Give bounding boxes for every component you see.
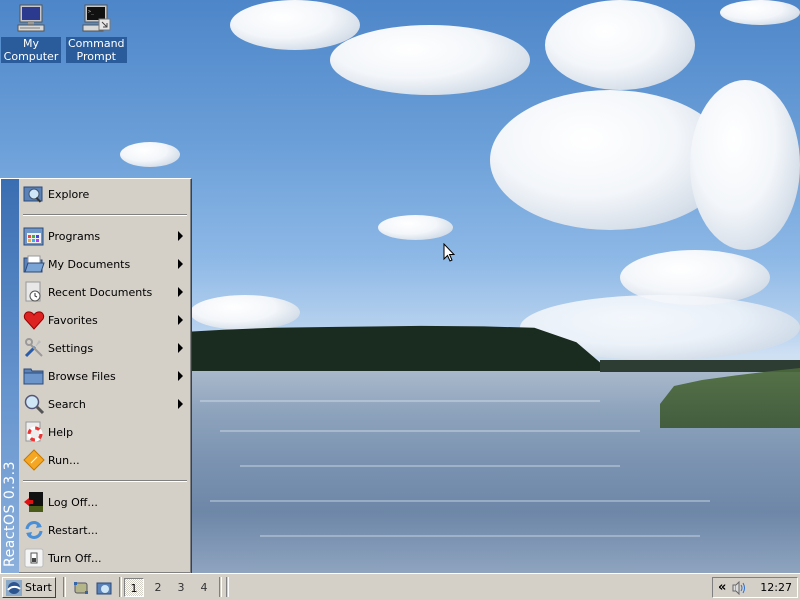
submenu-arrow-icon (178, 371, 183, 381)
wallpaper-cloud (690, 80, 800, 250)
svg-text:>_: >_ (88, 9, 95, 15)
computer-icon (15, 3, 47, 35)
menu-item-label: Recent Documents (48, 285, 153, 299)
desktop-icon-label: My Computer (1, 37, 61, 63)
menu-item-label: My Documents (48, 257, 131, 271)
mouse-cursor-icon (443, 243, 455, 262)
start-menu-banner: ReactOS 0.3.3 (1, 179, 19, 573)
menu-item-label: Explore (48, 187, 90, 201)
tray-expand-button[interactable]: « (718, 580, 726, 595)
menu-item-browse-files[interactable]: Browse Files (21, 363, 189, 389)
wallpaper-cloud (720, 0, 800, 25)
submenu-arrow-icon (178, 343, 183, 353)
workspace-1-button[interactable]: 1 (124, 578, 144, 597)
menu-item-label: Settings (48, 341, 94, 355)
clock[interactable]: 12:27 (760, 581, 792, 594)
menu-item-turn-off[interactable]: Turn Off... (21, 545, 189, 571)
restart-icon (23, 519, 45, 541)
menu-separator (23, 480, 187, 482)
menu-item-label: Run... (48, 453, 80, 467)
menu-item-settings[interactable]: Settings (21, 335, 189, 361)
favorites-icon (23, 309, 45, 331)
workspace-4-button[interactable]: 4 (194, 578, 214, 597)
menu-item-run[interactable]: Run... (21, 447, 189, 473)
menu-item-label: Programs (48, 229, 101, 243)
menu-item-label: Help (48, 425, 74, 439)
wallpaper-cloud (120, 142, 180, 167)
menu-item-label: Search (48, 397, 86, 411)
menu-item-label: Browse Files (48, 369, 116, 383)
menu-item-log-off[interactable]: Log Off... (21, 489, 189, 515)
submenu-arrow-icon (178, 287, 183, 297)
programs-icon (23, 225, 45, 247)
system-tray: « 12:27 (712, 577, 798, 598)
menu-item-recent-documents[interactable]: Recent Documents (21, 279, 189, 305)
my-documents-icon (23, 253, 45, 275)
wallpaper-cloud (330, 25, 530, 95)
search-icon (23, 393, 45, 415)
browse-files-icon (23, 365, 45, 387)
submenu-arrow-icon (178, 259, 183, 269)
submenu-arrow-icon (178, 315, 183, 325)
wallpaper-cloud (230, 0, 360, 50)
taskbar-separator (119, 577, 122, 597)
start-label: Start (25, 581, 52, 594)
workspace-3-button[interactable]: 3 (171, 578, 191, 597)
desktop-icon-label: Command Prompt (66, 37, 127, 63)
taskbar: Start 1 2 3 4 « 12:27 (0, 573, 800, 600)
menu-item-label: Log Off... (48, 495, 98, 509)
turn-off-icon (23, 547, 45, 569)
submenu-arrow-icon (178, 399, 183, 409)
taskbar-separator (63, 577, 66, 597)
show-desktop-icon[interactable] (73, 580, 89, 596)
log-off-icon (23, 491, 45, 513)
wallpaper-cloud (545, 0, 695, 90)
menu-item-favorites[interactable]: Favorites (21, 307, 189, 333)
menu-item-help[interactable]: Help (21, 419, 189, 445)
menu-separator (23, 214, 187, 216)
taskbar-separator (219, 577, 222, 597)
submenu-arrow-icon (178, 231, 183, 241)
desktop-icon-my-computer[interactable]: My Computer (1, 3, 61, 63)
explore-icon (23, 183, 45, 205)
start-menu: ReactOS 0.3.3 Explore Programs My Docume… (0, 178, 192, 574)
menu-item-programs[interactable]: Programs (21, 223, 189, 249)
help-icon (23, 421, 45, 443)
menu-item-label: Favorites (48, 313, 98, 327)
wallpaper-cloud (190, 295, 300, 330)
menu-item-explore[interactable]: Explore (21, 181, 189, 207)
menu-item-my-documents[interactable]: My Documents (21, 251, 189, 277)
command-prompt-icon: >_ (80, 3, 112, 35)
desktop-icon-command-prompt[interactable]: >_ Command Prompt (66, 3, 127, 63)
menu-item-search[interactable]: Search (21, 391, 189, 417)
volume-icon[interactable] (732, 580, 748, 595)
start-button[interactable]: Start (2, 577, 56, 598)
wallpaper-far-shore (600, 360, 800, 372)
menu-item-restart[interactable]: Restart... (21, 517, 189, 543)
explorer-icon[interactable] (96, 580, 112, 596)
os-version-label: ReactOS 0.3.3 (2, 461, 18, 567)
taskbar-separator (226, 577, 229, 597)
wallpaper-cloud (378, 215, 453, 240)
recent-documents-icon (23, 281, 45, 303)
menu-item-label: Restart... (48, 523, 99, 537)
settings-icon (23, 337, 45, 359)
workspace-2-button[interactable]: 2 (148, 578, 168, 597)
run-icon (23, 449, 45, 471)
menu-item-label: Turn Off... (48, 551, 102, 565)
reactos-logo-icon (6, 579, 22, 596)
